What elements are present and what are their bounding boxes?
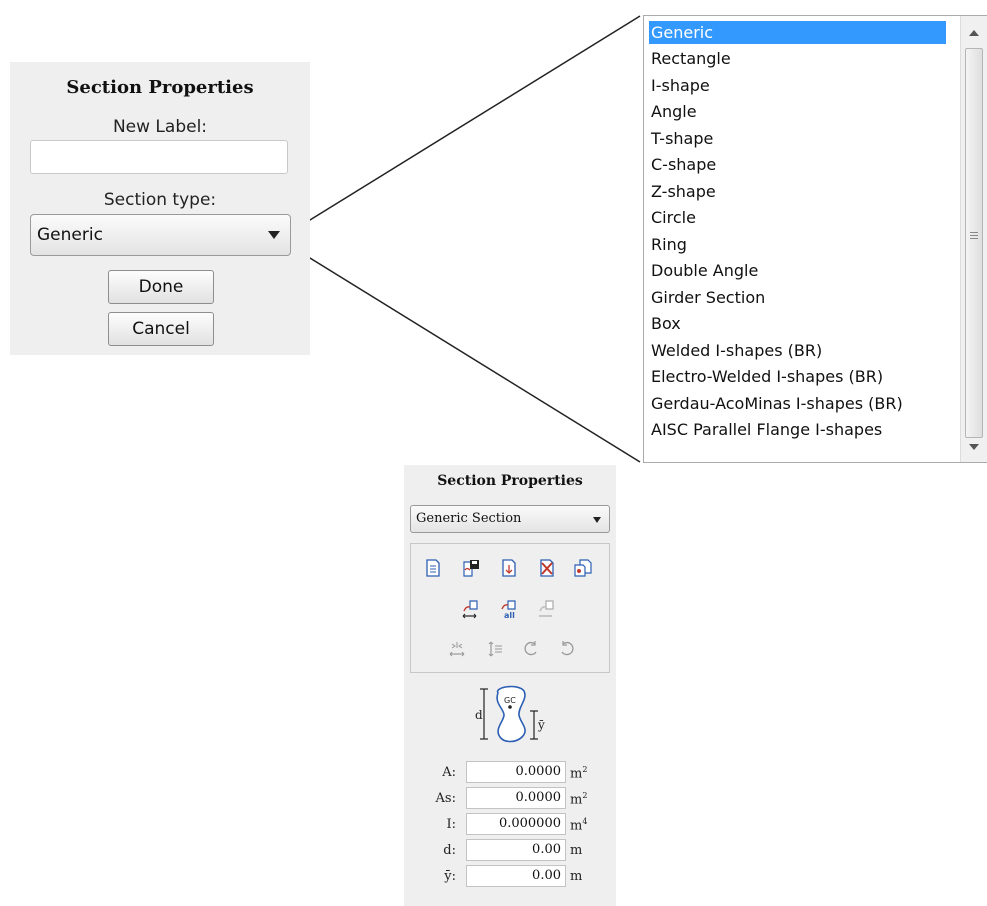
ybar-label: ȳ	[537, 718, 545, 732]
grip-line	[970, 235, 978, 236]
inertia-unit: m4	[570, 817, 588, 834]
section-select[interactable]: Generic Section	[410, 505, 610, 533]
depth-unit: m	[570, 843, 583, 858]
section-properties-dialog: Section Properties New Label: Section ty…	[10, 62, 310, 355]
list-item-gerdau-acominas-i-shapes[interactable]: Gerdau-AcoMinas I-shapes (BR)	[649, 392, 903, 415]
list-item-angle[interactable]: Angle	[649, 100, 697, 123]
grip-line	[970, 238, 978, 239]
ybar-label: ȳ:	[444, 869, 456, 884]
list-item-ring[interactable]: Ring	[649, 233, 687, 256]
save-section-icon[interactable]	[461, 558, 481, 578]
section-type-select[interactable]: Generic	[30, 214, 291, 256]
section-properties-panel: Section Properties Generic Section all d…	[404, 465, 616, 906]
inertia-input[interactable]: 0.000000	[466, 813, 566, 835]
centroid-label: GC	[504, 696, 516, 705]
centroid-mark	[508, 705, 512, 709]
inertia-label: I:	[446, 817, 456, 832]
assign-all-icon[interactable]: all	[499, 599, 519, 619]
svg-text:all: all	[504, 611, 515, 619]
area-unit: m2	[570, 765, 588, 782]
generic-section-diagram: d GC ȳ	[475, 685, 545, 743]
new-section-icon[interactable]	[423, 558, 443, 578]
list-item-generic[interactable]: Generic	[649, 21, 946, 44]
section-type-caption: Section type:	[103, 190, 217, 210]
new-label-input[interactable]	[30, 140, 288, 174]
scroll-down-arrow-icon[interactable]	[969, 444, 979, 450]
depth-label: d	[475, 708, 483, 722]
done-button[interactable]: Done	[108, 270, 214, 304]
area-label: A:	[442, 765, 456, 780]
generic-shape-outline	[496, 685, 526, 743]
flip-vertical-icon[interactable]	[485, 639, 505, 659]
list-item-double-angle[interactable]: Double Angle	[649, 259, 758, 282]
shear-area-input[interactable]: 0.0000	[466, 787, 566, 809]
new-label-caption: New Label:	[112, 117, 208, 137]
unassign-section-icon[interactable]	[537, 599, 557, 619]
list-item-circle[interactable]: Circle	[649, 206, 696, 229]
ybar-input[interactable]: 0.00	[466, 865, 566, 887]
callout-line-top	[296, 15, 641, 229]
list-item-box[interactable]: Box	[649, 312, 681, 335]
section-toolbar: all	[410, 543, 610, 673]
chevron-down-icon[interactable]	[593, 517, 601, 523]
assign-section-icon[interactable]	[461, 599, 481, 619]
scroll-up-arrow-icon[interactable]	[969, 30, 979, 36]
list-item-electro-welded-i-shapes[interactable]: Electro-Welded I-shapes (BR)	[649, 365, 883, 388]
flip-horizontal-icon[interactable]	[447, 639, 467, 659]
scrollbar-thumb[interactable]	[965, 48, 983, 438]
list-item-girder-section[interactable]: Girder Section	[649, 286, 765, 309]
cancel-button[interactable]: Cancel	[108, 312, 214, 346]
copy-section-icon[interactable]	[573, 558, 593, 578]
list-item-rectangle[interactable]: Rectangle	[649, 47, 731, 70]
depth-input[interactable]: 0.00	[466, 839, 566, 861]
callout-line-bottom	[296, 249, 641, 463]
chevron-down-icon[interactable]	[268, 231, 280, 239]
panel-title: Section Properties	[437, 473, 583, 489]
depth-label: d:	[443, 843, 456, 858]
list-item-welded-i-shapes[interactable]: Welded I-shapes (BR)	[649, 339, 822, 362]
rotate-ccw-icon[interactable]	[521, 639, 541, 659]
shear-area-unit: m2	[570, 791, 588, 808]
import-section-icon[interactable]	[499, 558, 519, 578]
area-input[interactable]: 0.0000	[466, 761, 566, 783]
grip-line	[970, 232, 978, 233]
dialog-title: Section Properties	[66, 77, 254, 98]
list-item-z-shape[interactable]: Z-shape	[649, 180, 716, 203]
list-item-aisc-parallel-flange[interactable]: AISC Parallel Flange I-shapes	[649, 418, 882, 441]
delete-section-icon[interactable]	[537, 558, 557, 578]
list-item-t-shape[interactable]: T-shape	[649, 127, 713, 150]
ybar-unit: m	[570, 869, 583, 884]
section-select-value: Generic Section	[416, 511, 522, 526]
list-scrollbar[interactable]	[960, 16, 987, 462]
rotate-cw-icon[interactable]	[557, 639, 577, 659]
shear-area-label: As:	[435, 791, 456, 806]
list-item-c-shape[interactable]: C-shape	[649, 153, 716, 176]
list-item-i-shape[interactable]: I-shape	[649, 74, 710, 97]
section-type-listbox[interactable]: Generic Rectangle I-shape Angle T-shape …	[643, 15, 987, 463]
section-type-value: Generic	[37, 225, 103, 245]
